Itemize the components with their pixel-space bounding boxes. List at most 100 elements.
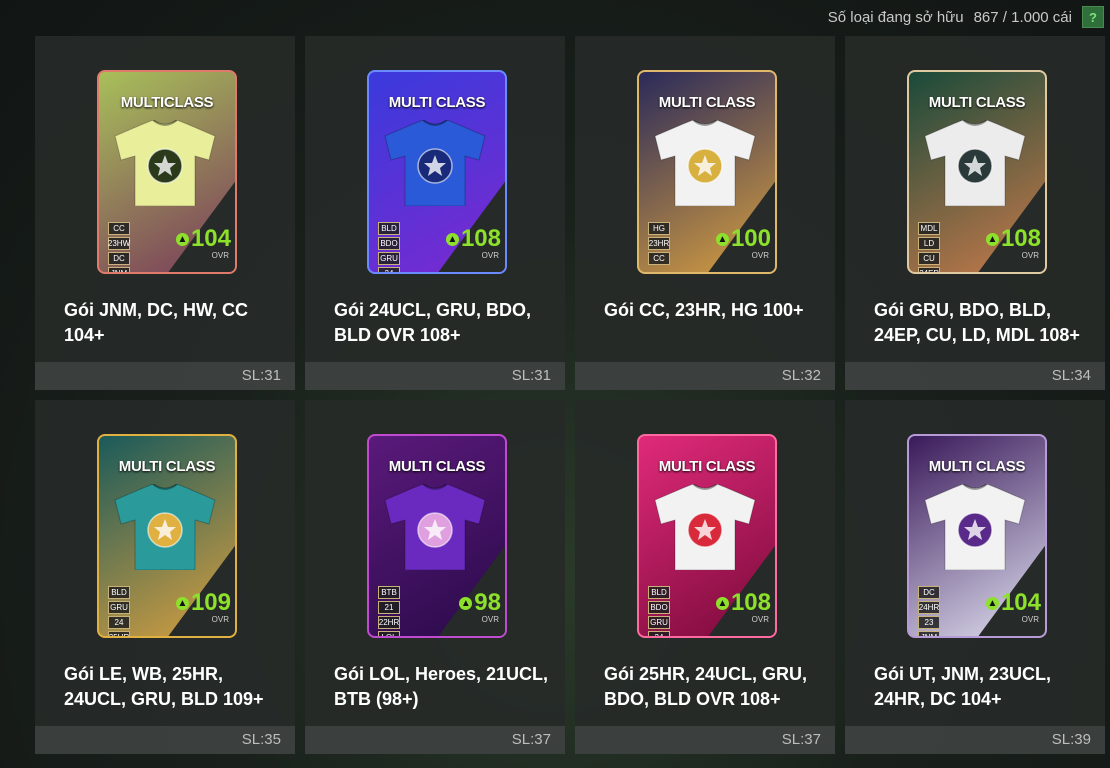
card-title: MULTI CLASS xyxy=(658,458,756,475)
pack-card[interactable]: MULTI CLASS BLD BDO GRU 24 ▲ 108 OVR xyxy=(367,70,507,274)
pack-tile[interactable]: MULTI CLASS BLDBDOGRU2425HR ▲108 OVR Gói… xyxy=(575,400,835,754)
pack-quantity: SL:37 xyxy=(511,731,551,748)
pack-quantity: SL:31 xyxy=(511,367,551,384)
pack-card[interactable]: MULTI CLASS BLDBDOGRU2425HR ▲108 OVR xyxy=(637,434,777,638)
pack-tile[interactable]: MULTI CLASS HG 23HR CC ▲ 100 OVR Gói CC, 23… xyxy=(575,36,835,390)
card-tag: HG xyxy=(648,222,670,235)
ovr-block: ▲ 108 OVR xyxy=(445,225,501,260)
card-tag: CC xyxy=(648,252,670,265)
ovr-value: 109 xyxy=(190,589,231,616)
card-tags: BLDBDOGRU2425HR xyxy=(648,586,670,636)
arrow-up-icon: ▲ xyxy=(175,596,189,610)
pack-name: Gói 24UCL, GRU, BDO, BLD OVR 108+ xyxy=(334,300,532,345)
card-tag: 24 xyxy=(378,267,400,272)
pack-tile[interactable]: MULTI CLASS BLDGRU2425HRWBLE ▲109 OVR Gó… xyxy=(35,400,295,754)
card-tag: BLD xyxy=(648,586,670,599)
pack-tile[interactable]: MULTI CLASS DC24HR23JNMUT ▲104 OVR Gói U… xyxy=(845,400,1105,754)
ovr-label: OVR xyxy=(1021,615,1039,624)
pack-quantity: SL:32 xyxy=(781,367,821,384)
ovr-block: ▲ 108 OVR xyxy=(715,589,771,624)
arrow-up-icon: ▲ xyxy=(459,596,473,610)
ovr-block: ▲ 109 OVR xyxy=(175,589,231,624)
card-tags: BLD BDO GRU 24 xyxy=(378,222,400,272)
card-tag: DC xyxy=(108,252,130,265)
card-tag: 23HR xyxy=(648,237,670,250)
arrow-up-icon: ▲ xyxy=(985,596,999,610)
card-tag: BLD xyxy=(378,222,400,235)
pack-tile[interactable]: MULTI CLASS BLD BDO GRU 24 ▲ 108 OVR Gói 24U… xyxy=(305,36,565,390)
arrow-up-icon: ▲ xyxy=(985,232,999,246)
pack-tile[interactable]: MULTI CLASS MDLLDCU24EPBLDBDOGRU ▲108 OV… xyxy=(845,36,1105,390)
pack-quantity: SL:37 xyxy=(781,731,821,748)
pack-card[interactable]: MULTI CLASS BTB 21 22HR LOL ▲ 98 OVR xyxy=(367,434,507,638)
pack-name: Gói JNM, DC, HW, CC 104+ xyxy=(64,300,248,345)
arrow-up-icon: ▲ xyxy=(715,232,729,246)
card-tag: LD xyxy=(918,237,940,250)
pack-quantity: SL:39 xyxy=(1051,731,1091,748)
pack-grid: MULTICLASS CC 23HW DC JNM ▲ 104 OVR Gói JNM,… xyxy=(35,36,1105,754)
ovr-value: 100 xyxy=(730,225,771,252)
ovr-label: OVR xyxy=(211,251,229,260)
card-title: MULTI CLASS xyxy=(928,458,1026,475)
card-tag: BTB xyxy=(378,586,400,599)
ovr-label: OVR xyxy=(751,251,769,260)
ovr-label: OVR xyxy=(1021,251,1039,260)
pack-card[interactable]: MULTI CLASS DC24HR23JNMUT ▲104 OVR xyxy=(907,434,1047,638)
card-title: MULTI CLASS xyxy=(118,458,216,475)
arrow-up-icon: ▲ xyxy=(445,232,459,246)
card-tag: DC xyxy=(918,586,940,599)
pack-name: Gói GRU, BDO, BLD, 24EP, CU, LD, MDL 108… xyxy=(874,300,1080,345)
card-tag: 24 xyxy=(108,616,130,629)
card-tag: 23 xyxy=(918,616,940,629)
ovr-label: OVR xyxy=(751,615,769,624)
arrow-up-icon: ▲ xyxy=(715,596,729,610)
pack-name: Gói UT, JNM, 23UCL, 24HR, DC 104+ xyxy=(874,664,1052,709)
ovr-label: OVR xyxy=(481,251,499,260)
pack-quantity: SL:34 xyxy=(1051,367,1091,384)
card-tag: CC xyxy=(108,222,130,235)
card-tag: GRU xyxy=(108,601,130,614)
pack-card[interactable]: MULTI CLASS HG 23HR CC ▲ 100 OVR xyxy=(637,70,777,274)
card-tag: BDO xyxy=(648,601,670,614)
card-tag: MDL xyxy=(918,222,940,235)
pack-card[interactable]: MULTICLASS CC 23HW DC JNM ▲ 104 OVR xyxy=(97,70,237,274)
card-tags: MDLLDCU24EPBLDBDOGRU xyxy=(918,222,940,272)
ovr-value: 98 xyxy=(474,589,501,616)
card-title: MULTI CLASS xyxy=(928,94,1026,111)
card-tag: LOL xyxy=(378,631,400,636)
help-button[interactable]: ? xyxy=(1082,6,1104,28)
card-tag: 24EP xyxy=(918,267,940,272)
pack-card[interactable]: MULTI CLASS BLDGRU2425HRWBLE ▲109 OVR xyxy=(97,434,237,638)
pack-tile[interactable]: MULTICLASS CC 23HW DC JNM ▲ 104 OVR Gói JNM,… xyxy=(35,36,295,390)
ovr-label: OVR xyxy=(211,615,229,624)
pack-quantity: SL:35 xyxy=(241,731,281,748)
ovr-value: 104 xyxy=(1000,589,1041,616)
pack-name: Gói LOL, Heroes, 21UCL, BTB (98+) xyxy=(334,664,549,709)
card-title: MULTI CLASS xyxy=(388,94,486,111)
card-tags: BTB 21 22HR LOL xyxy=(378,586,400,636)
pack-tile[interactable]: MULTI CLASS BTB 21 22HR LOL ▲ 98 OVR Gói LOL… xyxy=(305,400,565,754)
card-tag: CU xyxy=(918,252,940,265)
card-title: MULTICLASS xyxy=(120,94,214,111)
ovr-block: ▲ 104 OVR xyxy=(985,589,1041,624)
card-tag: GRU xyxy=(378,252,400,265)
ovr-value: 108 xyxy=(460,225,501,252)
card-tag: BLD xyxy=(108,586,130,599)
card-tags: HG 23HR CC xyxy=(648,222,670,265)
pack-quantity: SL:31 xyxy=(241,367,281,384)
pack-name: Gói CC, 23HR, HG 100+ xyxy=(604,300,804,320)
ovr-value: 104 xyxy=(190,225,231,252)
card-tag: 24 xyxy=(648,631,670,636)
card-tag: 21 xyxy=(378,601,400,614)
card-tag: 22HR xyxy=(378,616,400,629)
card-tag: 24HR xyxy=(918,601,940,614)
card-tags: BLDGRU2425HRWBLE xyxy=(108,586,130,636)
arrow-up-icon: ▲ xyxy=(175,232,189,246)
pack-card[interactable]: MULTI CLASS MDLLDCU24EPBLDBDOGRU ▲108 OV… xyxy=(907,70,1047,274)
ovr-value: 108 xyxy=(730,589,771,616)
pack-name: Gói LE, WB, 25HR, 24UCL, GRU, BLD 109+ xyxy=(64,664,264,709)
card-tags: DC24HR23JNMUT xyxy=(918,586,940,636)
card-tag: JNM xyxy=(108,267,130,272)
ovr-block: ▲ 98 OVR xyxy=(459,591,501,624)
ovr-value: 108 xyxy=(1000,225,1041,252)
